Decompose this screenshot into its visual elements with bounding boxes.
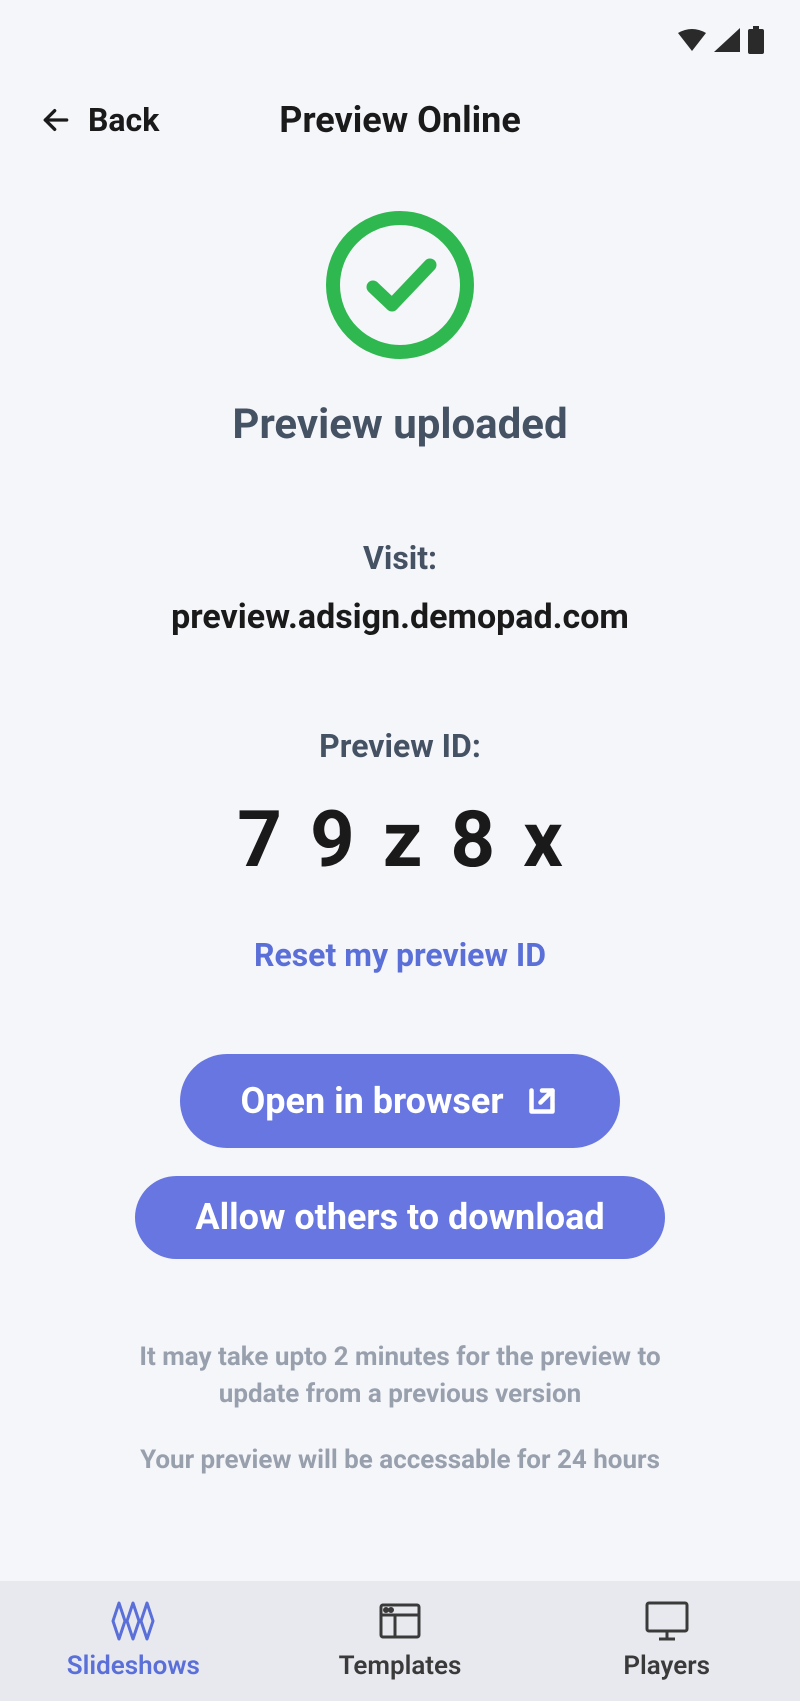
uploaded-title: Preview uploaded [232,400,567,449]
templates-icon [379,1601,421,1641]
nav-templates-label: Templates [339,1651,462,1681]
success-icon [325,210,475,360]
preview-id-value: 79z8x [209,795,591,886]
nav-templates[interactable]: Templates [267,1601,534,1681]
visit-label: Visit: [363,539,437,577]
main-content: Preview uploaded Visit: preview.adsign.d… [0,160,800,1581]
back-label: Back [88,101,159,139]
battery-icon [748,26,764,54]
nav-players-label: Players [623,1651,710,1681]
allow-download-label: Allow others to download [195,1196,604,1239]
visit-url: preview.adsign.demopad.com [171,597,629,637]
note-access-duration: Your preview will be accessable for 24 h… [140,1442,660,1478]
header: Back Preview Online [0,80,800,160]
players-icon [645,1601,689,1641]
status-icons [678,26,764,54]
bottom-navigation: Slideshows Templates Players [0,1581,800,1701]
preview-id-label: Preview ID: [319,727,481,765]
allow-download-button[interactable]: Allow others to download [135,1176,664,1259]
signal-icon [714,28,740,52]
page-title: Preview Online [279,99,521,141]
open-in-browser-button[interactable]: Open in browser [180,1054,619,1148]
nav-slideshows-label: Slideshows [67,1651,200,1681]
nav-players[interactable]: Players [533,1601,800,1681]
arrow-left-icon [40,104,72,136]
status-bar [0,0,800,80]
reset-preview-id-link[interactable]: Reset my preview ID [254,936,546,974]
slideshows-icon [109,1601,157,1641]
nav-slideshows[interactable]: Slideshows [0,1601,267,1681]
note-update-time: It may take upto 2 minutes for the previ… [125,1339,675,1412]
external-link-icon [524,1083,560,1119]
wifi-icon [678,29,706,51]
open-browser-label: Open in browser [240,1080,503,1122]
back-button[interactable]: Back [40,101,159,139]
